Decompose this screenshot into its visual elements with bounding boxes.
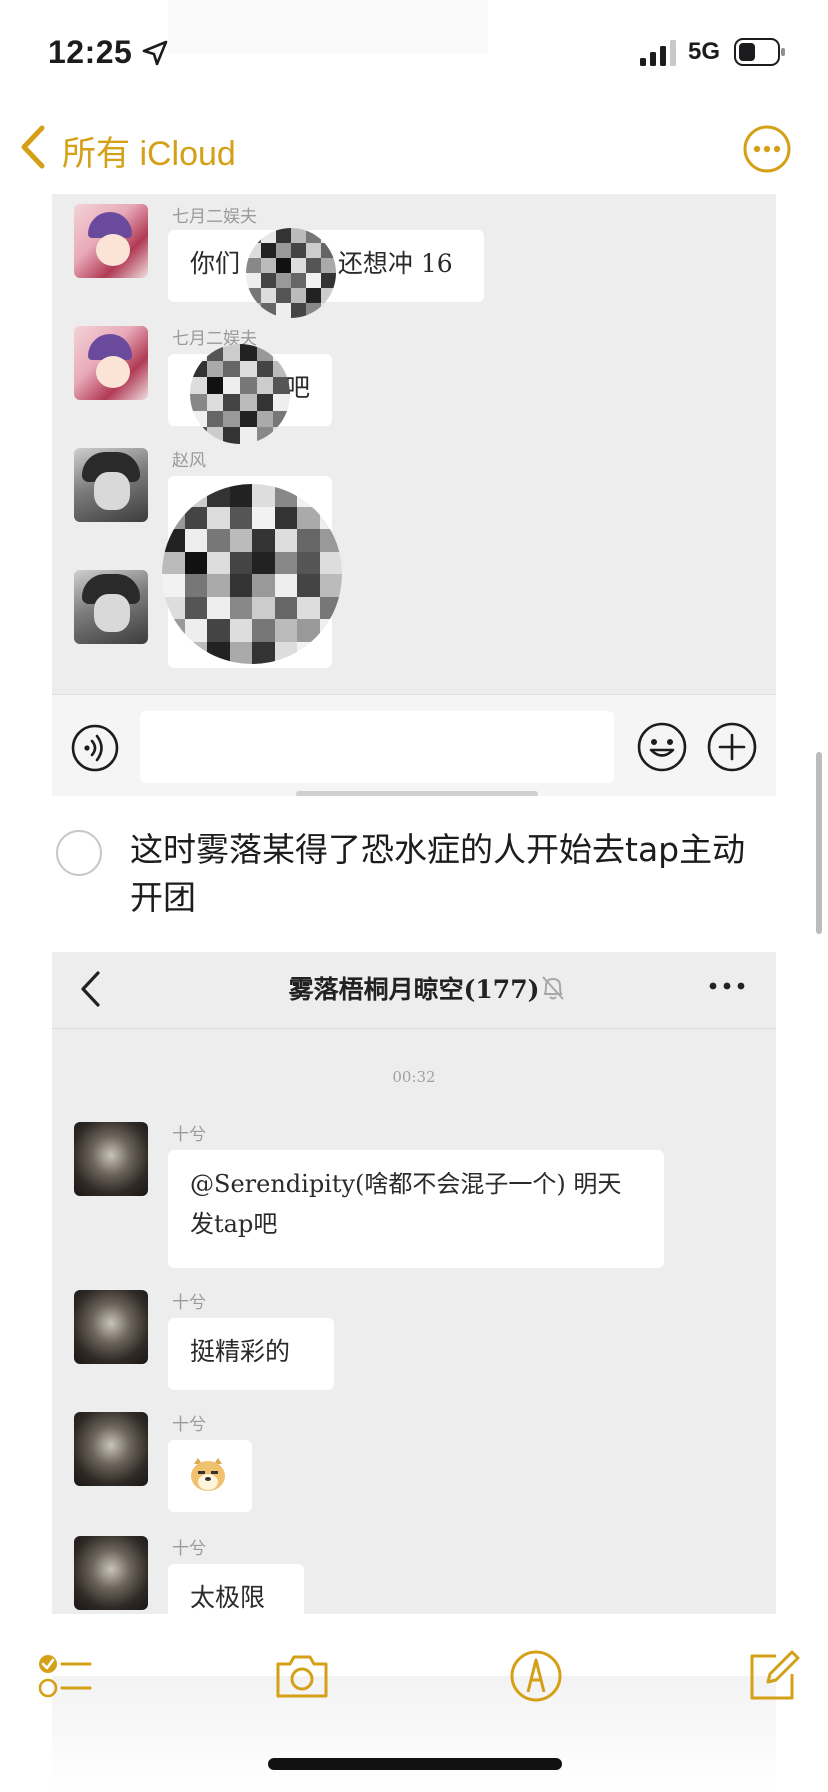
sender-name: 十兮 bbox=[172, 1293, 206, 1313]
emoji-icon[interactable] bbox=[636, 721, 688, 773]
avatar bbox=[74, 204, 148, 278]
checklist-item-text[interactable]: 这时雾落某得了恐水症的人开始去tap主动开团 bbox=[130, 826, 770, 922]
group-chat-title: 雾落梧桐月晾空(177) bbox=[288, 975, 540, 1004]
avatar bbox=[74, 1290, 148, 1364]
chat-timestamp: 00:32 bbox=[392, 1068, 436, 1086]
more-options-icon[interactable] bbox=[742, 124, 792, 174]
chat-input-bar bbox=[52, 694, 776, 796]
compose-icon[interactable] bbox=[742, 1646, 802, 1706]
pixelated-redaction bbox=[162, 484, 342, 664]
camera-icon[interactable] bbox=[272, 1646, 332, 1706]
back-chevron-icon[interactable] bbox=[18, 124, 48, 170]
markup-pen-icon[interactable] bbox=[506, 1646, 566, 1706]
avatar bbox=[74, 570, 148, 644]
message-text: @Serendipity(啥都不会混子一个) 明天发tap吧 bbox=[190, 1170, 622, 1238]
embedded-chat-screenshot-1[interactable]: 七月二娱夫 你们 还想冲 16 七月二娱夫 吧 赵风 bbox=[52, 194, 776, 796]
navigation-bar: 所有 iCloud bbox=[0, 110, 828, 190]
sender-name: 十兮 bbox=[172, 1125, 206, 1145]
avatar bbox=[74, 1412, 148, 1486]
cell-signal-icon bbox=[640, 40, 676, 66]
background-ghost-content bbox=[52, 1676, 776, 1792]
back-button[interactable]: 所有 iCloud bbox=[62, 126, 236, 175]
avatar bbox=[74, 1122, 148, 1196]
message-text: 还想冲 16 bbox=[337, 249, 453, 278]
doge-emoji-icon bbox=[191, 1458, 225, 1491]
avatar bbox=[74, 326, 148, 400]
sender-name: 七月二娱夫 bbox=[172, 207, 257, 227]
location-arrow-icon bbox=[142, 40, 168, 66]
status-bar: 12:25 5G bbox=[0, 0, 828, 100]
avatar bbox=[74, 448, 148, 522]
sender-name: 十兮 bbox=[172, 1539, 206, 1559]
battery-icon bbox=[734, 38, 785, 66]
sender-name: 赵风 bbox=[172, 451, 206, 471]
muted-bell-icon bbox=[542, 976, 564, 1000]
message-bubble: @Serendipity(啥都不会混子一个) 明天发tap吧 bbox=[168, 1150, 664, 1268]
scroll-indicator[interactable] bbox=[816, 752, 822, 934]
message-text: 你们 bbox=[190, 249, 241, 278]
network-type: 5G bbox=[688, 38, 721, 65]
embedded-home-indicator bbox=[296, 791, 538, 796]
pixelated-redaction bbox=[190, 344, 290, 444]
chat-text-input[interactable] bbox=[140, 711, 614, 783]
home-indicator[interactable] bbox=[268, 1758, 562, 1770]
checklist-checkbox[interactable] bbox=[56, 830, 102, 876]
add-attachment-icon[interactable] bbox=[706, 721, 758, 773]
message-bubble bbox=[168, 1440, 252, 1512]
status-time: 12:25 bbox=[48, 34, 133, 70]
pixelated-redaction bbox=[246, 228, 336, 318]
header-divider bbox=[52, 1028, 776, 1029]
message-bubble: 太极限 bbox=[168, 1564, 304, 1614]
sender-name: 十兮 bbox=[172, 1415, 206, 1435]
chat-more-icon bbox=[709, 982, 745, 990]
checklist-icon[interactable] bbox=[34, 1646, 94, 1706]
embedded-chat-screenshot-2[interactable]: 雾落梧桐月晾空(177) 00:32 十兮 @Serendipity(啥都不会混… bbox=[52, 952, 776, 1614]
message-text: 挺精彩的 bbox=[190, 1337, 291, 1366]
avatar bbox=[74, 1536, 148, 1610]
voice-input-icon[interactable] bbox=[70, 723, 120, 773]
message-text: 太极限 bbox=[190, 1583, 266, 1612]
message-bubble: 挺精彩的 bbox=[168, 1318, 334, 1390]
